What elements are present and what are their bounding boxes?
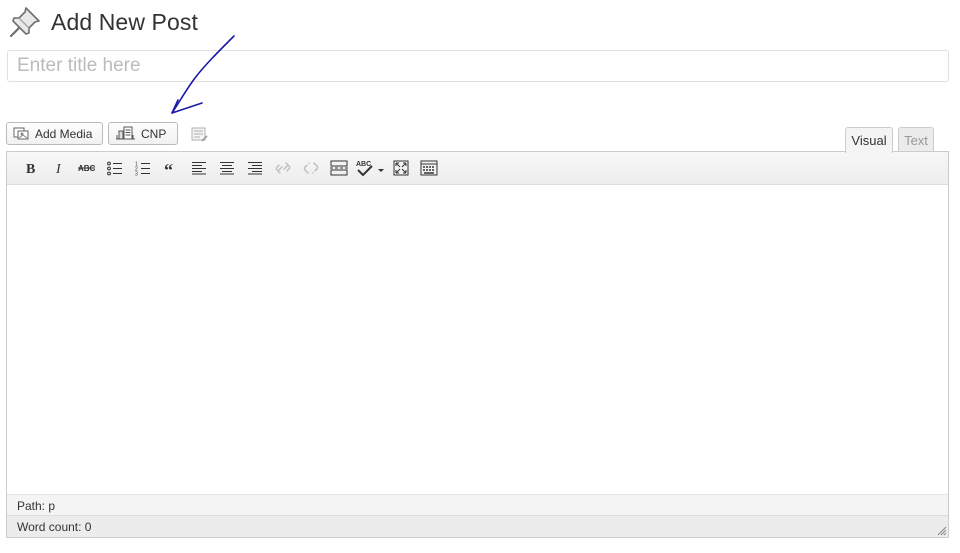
align-right-icon bbox=[248, 162, 262, 175]
align-right-button[interactable] bbox=[241, 155, 269, 181]
align-center-button[interactable] bbox=[213, 155, 241, 181]
bulleted-list-button[interactable] bbox=[101, 155, 129, 181]
strikethrough-icon: ABC bbox=[78, 164, 96, 173]
page-title: Add New Post bbox=[51, 8, 198, 35]
link-icon bbox=[275, 162, 291, 174]
svg-text:“: “ bbox=[164, 162, 173, 174]
word-count: Word count: 0 bbox=[17, 520, 92, 534]
blockquote-button[interactable]: “ bbox=[157, 155, 185, 181]
numbered-list-icon: 1 2 3 bbox=[135, 161, 150, 176]
cnp-button[interactable]: CNP bbox=[108, 122, 178, 145]
kitchen-sink-icon bbox=[420, 160, 438, 176]
tab-text[interactable]: Text bbox=[898, 127, 934, 152]
bulleted-list-icon bbox=[107, 161, 122, 175]
remove-link-button[interactable] bbox=[297, 155, 325, 181]
italic-button[interactable]: I bbox=[45, 155, 73, 181]
insert-link-button[interactable] bbox=[269, 155, 297, 181]
cnp-label: CNP bbox=[141, 126, 167, 141]
editor-toolbar: B I ABC 1 2 3 “ ABC bbox=[7, 152, 948, 185]
add-media-icon bbox=[13, 127, 29, 140]
tab-visual[interactable]: Visual bbox=[845, 127, 893, 153]
svg-text:3: 3 bbox=[135, 171, 138, 176]
blockquote-icon: “ bbox=[164, 162, 173, 174]
more-tag-icon bbox=[330, 160, 348, 176]
align-left-icon bbox=[192, 162, 206, 175]
italic-icon: I bbox=[55, 162, 62, 175]
cnp-icon bbox=[116, 126, 135, 140]
align-center-icon bbox=[220, 162, 234, 175]
add-media-label: Add Media bbox=[35, 126, 93, 141]
form-icon[interactable] bbox=[191, 126, 208, 143]
align-left-button[interactable] bbox=[185, 155, 213, 181]
kitchen-sink-button[interactable] bbox=[415, 155, 443, 181]
bold-button[interactable]: B bbox=[17, 155, 45, 181]
resize-handle-icon[interactable] bbox=[937, 526, 947, 536]
numbered-list-button[interactable]: 1 2 3 bbox=[129, 155, 157, 181]
spellcheck-icon: ABC bbox=[356, 161, 384, 177]
post-editor: B I ABC 1 2 3 “ ABC Path: p Word count: … bbox=[6, 151, 949, 538]
strikethrough-button[interactable]: ABC bbox=[73, 155, 101, 181]
svg-text:B: B bbox=[26, 162, 35, 175]
pushpin-icon bbox=[9, 7, 40, 38]
fullscreen-button[interactable] bbox=[387, 155, 415, 181]
svg-text:I: I bbox=[55, 162, 62, 175]
editor-path: Path: p bbox=[7, 494, 948, 515]
fullscreen-icon bbox=[393, 160, 409, 176]
editor-content-area[interactable] bbox=[7, 185, 948, 494]
insert-more-button[interactable] bbox=[325, 155, 353, 181]
add-media-button[interactable]: Add Media bbox=[6, 122, 103, 145]
post-title-input[interactable] bbox=[7, 50, 949, 82]
svg-text:ABC: ABC bbox=[356, 161, 371, 168]
word-count-bar: Word count: 0 bbox=[7, 515, 948, 537]
unlink-icon bbox=[303, 162, 319, 174]
bold-icon: B bbox=[26, 162, 35, 175]
spellcheck-button[interactable]: ABC bbox=[353, 155, 387, 181]
page-header: Add New Post bbox=[8, 5, 198, 39]
